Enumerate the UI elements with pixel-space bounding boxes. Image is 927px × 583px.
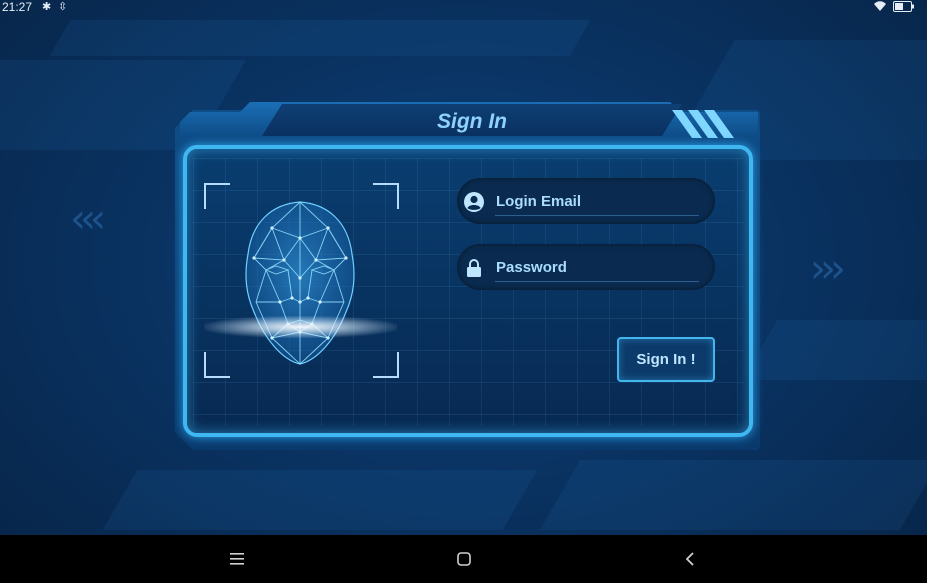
lock-icon	[462, 256, 486, 280]
data-saver-icon: ⇳	[58, 0, 68, 13]
wifi-icon	[874, 0, 886, 15]
battery-icon	[893, 1, 915, 15]
face-scan-icon	[245, 201, 355, 365]
email-underline	[495, 215, 699, 216]
bluetooth-icon: ✱	[42, 0, 52, 13]
background-stripe	[369, 20, 591, 56]
password-placeholder: Password	[496, 259, 567, 276]
chevron-right-decoration: ›››	[810, 246, 846, 292]
home-icon[interactable]	[444, 545, 484, 573]
status-time: 21:27	[2, 0, 33, 14]
background-stripe	[102, 470, 538, 530]
title-stripes-decoration	[672, 110, 734, 138]
email-placeholder: Login Email	[496, 193, 582, 210]
dialog-title: Sign In	[437, 110, 507, 133]
status-bar: 21:27 ✱ ⇳	[0, 0, 927, 16]
scan-corner-top-left	[204, 183, 230, 209]
user-icon	[462, 190, 486, 214]
chevron-left-decoration: ‹‹‹	[70, 196, 106, 242]
email-field[interactable]: Login Email	[457, 178, 715, 224]
app-screen: ‹‹‹ ››› 21:27 ✱ ⇳ Sign In Login Email Pa…	[0, 0, 927, 583]
navigation-bar	[0, 535, 927, 583]
menu-icon[interactable]	[217, 545, 257, 573]
scan-corner-top-right	[373, 183, 399, 209]
password-underline	[495, 281, 699, 282]
sign-in-button[interactable]: Sign In !	[617, 337, 715, 382]
background-stripe	[539, 460, 927, 530]
scan-corner-bottom-right	[373, 352, 399, 378]
background-stripe	[49, 20, 391, 56]
background-stripe	[742, 320, 927, 380]
scan-corner-bottom-left	[204, 352, 230, 378]
scan-line	[204, 316, 397, 338]
back-icon[interactable]	[670, 545, 710, 573]
password-field[interactable]: Password	[457, 244, 715, 290]
